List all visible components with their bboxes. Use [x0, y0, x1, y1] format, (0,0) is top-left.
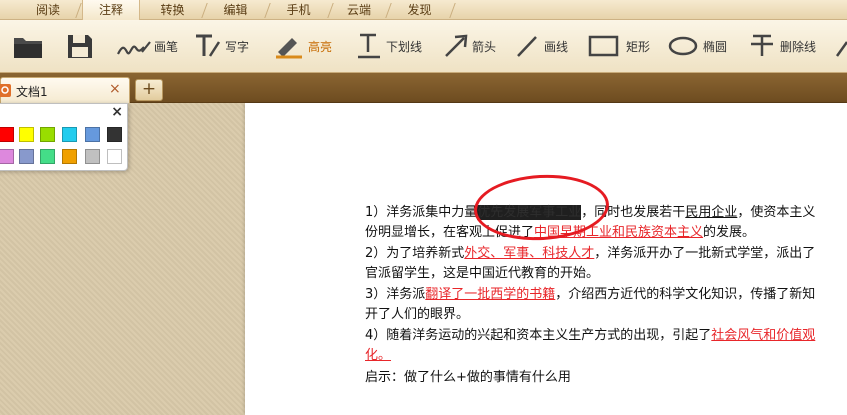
color-swatch-yellow[interactable]	[19, 127, 34, 142]
line-tool[interactable]: 画线	[514, 30, 568, 62]
new-tab-button[interactable]: +	[135, 79, 163, 101]
text-run: 官派留学生，这是中国近代教育的开始。	[365, 266, 600, 281]
text-run: 的发展。	[703, 225, 756, 240]
line-tool-label: 画线	[544, 39, 569, 54]
menu-bar: 阅读 注释 转换 编辑 手机 云端 发现	[0, 0, 847, 21]
menu-separator	[449, 3, 456, 18]
text-line-1: 1）洋务派集中力量优先发展军事工业，同时也发展若干民用企业，使资本主义	[365, 203, 815, 223]
color-swatch-orange[interactable]	[62, 149, 77, 164]
save-icon	[68, 35, 92, 58]
rectangle-tool[interactable]: 矩形	[588, 30, 650, 62]
folder-open-icon	[14, 38, 42, 58]
red-underlined-text[interactable]: 外交、军事、科技人才	[464, 246, 594, 261]
color-swatch-white[interactable]	[107, 149, 122, 164]
menu-separator	[327, 3, 334, 18]
text-write-icon	[196, 34, 221, 57]
pen-scribble-icon	[117, 41, 151, 55]
highlighter-icon	[276, 38, 302, 59]
strikethrough-icon	[751, 34, 773, 56]
underlined-text[interactable]: 民用企业	[685, 205, 737, 220]
color-swatch-black[interactable]	[107, 127, 122, 142]
document-page: 1）洋务派集中力量优先发展军事工业，同时也发展若干民用企业，使资本主义 份明显增…	[245, 103, 847, 415]
color-swatch-cyan[interactable]	[62, 127, 77, 142]
arrow-icon	[445, 34, 468, 57]
menu-separator	[385, 3, 392, 18]
text-line-5: 3）洋务派翻译了一批西学的书籍，介绍西方近代的科学文化知识，传播了新知	[365, 285, 815, 305]
menu-tab-discover[interactable]: 发现	[392, 0, 447, 20]
text-run: 3）洋务派	[365, 287, 426, 302]
eraser-icon	[835, 41, 847, 57]
text-run: 启示：做了什么+做的事情有什么用	[365, 370, 571, 385]
close-tab-icon[interactable]: ×	[109, 81, 121, 97]
menu-tab-edit[interactable]: 编辑	[208, 0, 263, 20]
color-swatch-red[interactable]	[0, 127, 14, 142]
open-button[interactable]	[12, 30, 46, 62]
highlight-tool[interactable]: 高亮	[272, 30, 332, 62]
menu-tab-mobile[interactable]: 手机	[271, 0, 326, 20]
text-run: ，洋务派开办了一批新式学堂，派出了	[594, 246, 816, 261]
strikethrough-tool[interactable]: 删除线	[748, 30, 816, 62]
text-line-3: 2）为了培养新式外交、军事、科技人才，洋务派开办了一批新式学堂，派出了	[365, 244, 815, 264]
document-tab-bar: 文档1 × +	[0, 73, 847, 103]
text-run: 1）洋务派集中力量	[365, 205, 478, 220]
color-swatch-pink[interactable]	[0, 149, 14, 164]
write-tool[interactable]: 写字	[193, 30, 249, 62]
menu-separator	[201, 3, 208, 18]
rectangle-tool-label: 矩形	[626, 39, 651, 54]
menu-tab-convert[interactable]: 转换	[145, 0, 200, 20]
red-underlined-text[interactable]: 翻译了一批西学的书籍	[425, 287, 555, 302]
close-icon[interactable]: ×	[111, 104, 123, 120]
strikethrough-tool-label: 删除线	[780, 39, 817, 54]
highlighted-text[interactable]: 优先发展军事工业	[477, 205, 582, 220]
rectangle-icon	[588, 35, 619, 57]
text-run: 2）为了培养新式	[365, 246, 465, 261]
menu-separator	[264, 3, 271, 18]
arrow-tool[interactable]: 箭头	[442, 30, 496, 62]
text-line-7: 4）随着洋务运动的兴起和资本主义生产方式的出现，引起了社会风气和价值观	[365, 326, 815, 346]
red-underlined-text[interactable]: 化。	[365, 348, 391, 363]
more-tool[interactable]	[834, 30, 847, 62]
document-tab[interactable]: 文档1 ×	[0, 77, 130, 103]
color-palette-popup: ×	[0, 103, 128, 171]
red-underlined-text[interactable]: 社会风气和价值观	[711, 328, 815, 343]
text-run: 4）随着洋务运动的兴起和资本主义生产方式的出现，引起了	[365, 328, 712, 343]
pdf-document-icon	[0, 84, 11, 97]
menu-tab-annotate[interactable]: 注释	[82, 0, 140, 21]
menu-tab-read[interactable]: 阅读	[22, 0, 74, 20]
text-line-4: 官派留学生，这是中国近代教育的开始。	[365, 264, 599, 284]
pen-tool[interactable]: 画笔	[116, 30, 178, 62]
text-run: ，同时也发展若干	[581, 205, 686, 220]
color-swatch-blue[interactable]	[85, 127, 100, 142]
text-line-9: 启示：做了什么+做的事情有什么用	[365, 368, 571, 388]
color-swatch-lime[interactable]	[40, 127, 55, 142]
ellipse-icon	[668, 36, 698, 56]
annotation-toolbar: 画笔 写字 高亮 下划线 箭头 画线 矩形 椭圆 删除线	[0, 20, 847, 73]
text-run: ，使资本主义	[737, 205, 816, 220]
ellipse-tool[interactable]: 椭圆	[668, 30, 727, 62]
document-tab-title: 文档1	[16, 85, 48, 99]
line-icon	[517, 36, 537, 57]
text-run: 开了人们的眼界。	[365, 307, 470, 322]
ellipse-tool-label: 椭圆	[703, 39, 728, 54]
menu-tab-cloud[interactable]: 云端	[334, 0, 384, 20]
highlight-tool-label: 高亮	[308, 39, 333, 54]
underline-tool[interactable]: 下划线	[354, 30, 422, 62]
save-button[interactable]	[66, 30, 94, 62]
arrow-tool-label: 箭头	[472, 39, 497, 54]
color-swatch-gray[interactable]	[85, 149, 100, 164]
text-line-8: 化。	[365, 346, 391, 366]
text-run: 份明显增长，在客观上促进了	[365, 225, 535, 240]
menu-separator	[75, 3, 82, 18]
underline-icon	[358, 33, 380, 59]
text-line-2: 份明显增长，在客观上促进了中国早期工业和民族资本主义的发展。	[365, 223, 755, 243]
underline-tool-label: 下划线	[386, 39, 423, 54]
color-swatch-periwinkle[interactable]	[19, 149, 34, 164]
color-swatch-green[interactable]	[40, 149, 55, 164]
text-line-6: 开了人们的眼界。	[365, 305, 469, 325]
red-underlined-text[interactable]: 中国早期工业和民族资本主义	[534, 225, 703, 240]
pen-tool-label: 画笔	[154, 39, 179, 54]
text-run: ，介绍西方近代的科学文化知识，传播了新知	[555, 287, 816, 302]
write-tool-label: 写字	[225, 39, 250, 54]
